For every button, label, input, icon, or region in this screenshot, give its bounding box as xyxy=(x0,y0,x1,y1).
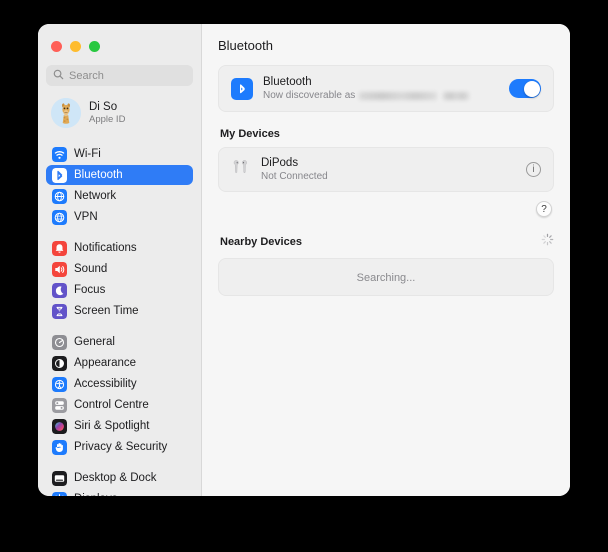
wifi-icon xyxy=(52,146,67,162)
sidebar-item-label: Siri & Spotlight xyxy=(74,420,150,432)
window-controls xyxy=(46,24,193,56)
bluetooth-discoverable-status: Now discoverable as xyxy=(263,89,499,102)
sidebar-item-label: Bluetooth xyxy=(74,169,123,181)
sidebar-item-label: Desktop & Dock xyxy=(74,472,157,484)
avatar xyxy=(51,98,81,128)
bluetooth-icon xyxy=(231,77,253,100)
zoom-button[interactable] xyxy=(89,40,100,52)
desktop-dock-icon xyxy=(52,470,67,486)
searching-row: Searching... xyxy=(218,258,554,296)
bluetooth-toggle[interactable] xyxy=(509,79,541,98)
sidebar-group-system: Notifications Sound Focus Screen Time xyxy=(46,238,193,321)
search-input[interactable]: Search xyxy=(46,65,193,86)
help-row: ? xyxy=(218,201,554,217)
loading-spinner-icon xyxy=(541,233,554,251)
notifications-icon xyxy=(52,240,67,256)
close-button[interactable] xyxy=(51,40,62,52)
sidebar-item-label: Privacy & Security xyxy=(74,441,168,453)
network-icon xyxy=(52,188,67,204)
help-button[interactable]: ? xyxy=(536,201,552,217)
accessibility-icon xyxy=(52,376,67,392)
toggle-knob xyxy=(523,80,540,97)
sidebar-item-label: Displays xyxy=(74,493,117,496)
sidebar-item-accessibility[interactable]: Accessibility xyxy=(46,374,193,394)
minimize-button[interactable] xyxy=(70,40,81,52)
sidebar-item-label: Notifications xyxy=(74,242,137,254)
sidebar-item-label: Screen Time xyxy=(74,305,139,317)
sidebar-item-vpn[interactable]: VPN xyxy=(46,207,193,227)
general-icon xyxy=(52,334,67,350)
sidebar-item-label: Focus xyxy=(74,284,106,296)
sidebar-group-desktop: Desktop & Dock xyxy=(46,468,193,496)
sidebar-item-appearance[interactable]: Appearance xyxy=(46,353,193,373)
airpods-icon xyxy=(231,157,251,182)
privacy-icon xyxy=(52,439,67,455)
sidebar-item-label: Appearance xyxy=(74,357,137,369)
sidebar-group-general: General Appearance Accessibility Control… xyxy=(46,332,193,457)
sound-icon xyxy=(52,261,67,277)
sidebar-item-bluetooth[interactable]: Bluetooth xyxy=(46,165,193,185)
bluetooth-icon xyxy=(52,167,67,183)
searching-label: Searching... xyxy=(356,272,416,284)
displays-icon xyxy=(52,491,67,496)
page-title: Bluetooth xyxy=(218,38,273,53)
sidebar-item-control-centre[interactable]: Control Centre xyxy=(46,395,193,415)
sidebar-item-desktop-dock[interactable]: Desktop & Dock xyxy=(46,468,193,488)
profile-name: Di So xyxy=(89,100,118,113)
device-name: DiPods xyxy=(261,157,299,169)
device-row-dipods[interactable]: DiPods Not Connected i xyxy=(218,147,554,192)
system-settings-window: Search Di So Apple ID Wi-Fi Bluetooth Ne… xyxy=(38,24,570,496)
sidebar-item-label: Control Centre xyxy=(74,399,149,411)
sidebar-item-displays[interactable]: Displays xyxy=(46,489,193,496)
sidebar-item-label: Wi-Fi xyxy=(74,148,101,160)
vpn-icon xyxy=(52,209,67,225)
screen-time-icon xyxy=(52,303,67,319)
siri-icon xyxy=(52,418,67,434)
sidebar-item-label: VPN xyxy=(74,211,98,223)
sidebar-item-network[interactable]: Network xyxy=(46,186,193,206)
sidebar-item-screen-time[interactable]: Screen Time xyxy=(46,301,193,321)
redacted-device-name-suffix xyxy=(443,91,470,100)
content-pane: Bluetooth Bluetooth Now discoverable as … xyxy=(202,24,570,496)
sidebar-item-label: Network xyxy=(74,190,117,202)
my-devices-header: My Devices xyxy=(220,128,280,140)
nearby-devices-header: Nearby Devices xyxy=(220,236,302,248)
bluetooth-label: Bluetooth xyxy=(263,76,312,88)
sidebar: Search Di So Apple ID Wi-Fi Bluetooth Ne… xyxy=(38,24,202,496)
appearance-icon xyxy=(52,355,67,371)
sidebar-item-label: Accessibility xyxy=(74,378,137,390)
sidebar-item-general[interactable]: General xyxy=(46,332,193,352)
sidebar-item-label: General xyxy=(74,336,115,348)
nearby-devices-section-header: Nearby Devices xyxy=(218,233,554,251)
control-centre-icon xyxy=(52,397,67,413)
sidebar-item-focus[interactable]: Focus xyxy=(46,280,193,300)
device-status: Not Connected xyxy=(261,171,328,182)
focus-icon xyxy=(52,282,67,298)
apple-id-profile-item[interactable]: Di So Apple ID xyxy=(46,95,193,131)
sidebar-item-notifications[interactable]: Notifications xyxy=(46,238,193,258)
discoverable-prefix: Now discoverable as xyxy=(263,90,356,101)
sidebar-group-network: Wi-Fi Bluetooth Network VPN xyxy=(46,144,193,227)
bluetooth-power-card: Bluetooth Now discoverable as xyxy=(218,65,554,112)
sidebar-item-privacy-security[interactable]: Privacy & Security xyxy=(46,437,193,457)
sidebar-item-siri-spotlight[interactable]: Siri & Spotlight xyxy=(46,416,193,436)
sidebar-item-label: Sound xyxy=(74,263,108,275)
sidebar-item-sound[interactable]: Sound xyxy=(46,259,193,279)
sidebar-item-wi-fi[interactable]: Wi-Fi xyxy=(46,144,193,164)
search-icon xyxy=(53,67,64,85)
profile-subtitle: Apple ID xyxy=(89,113,126,125)
search-placeholder: Search xyxy=(69,69,104,82)
device-info-button[interactable]: i xyxy=(526,162,541,177)
redacted-device-name xyxy=(359,91,438,100)
